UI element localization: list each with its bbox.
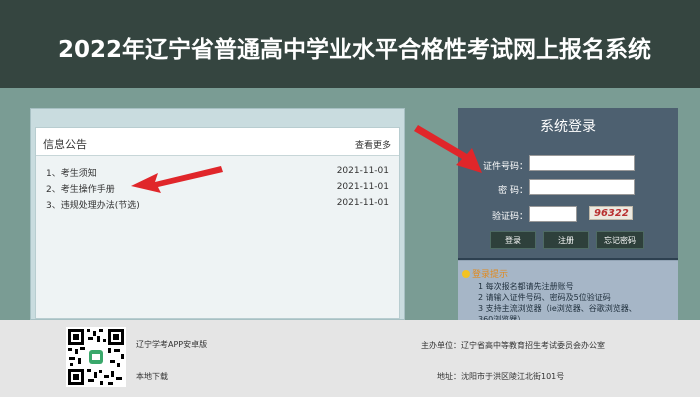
notice-item-date: 2021-11-01 [336,182,389,192]
notice-header: 信息公告 查看更多 [36,128,399,156]
tips-heading: 登录提示 [462,267,508,280]
annotation-arrow-login [414,125,482,173]
page-title: 2022年辽宁省普通高中学业水平合格性考试网上报名系统 [58,37,652,63]
captcha-label: 验证码： [491,212,528,222]
tip-line: 2 请输入证件号码、密码及5位验证码 [478,293,611,302]
login-tips: 登录提示 1 每次报名都请先注册账号 2 请输入证件号码、密码及5位验证码 3 … [458,260,678,324]
captcha-image[interactable]: 96322 [589,206,633,220]
view-more-link[interactable]: 查看更多 [355,138,391,151]
notice-item[interactable]: 3、违规处理办法(节选) 2021-11-01 [36,196,399,212]
local-download-link[interactable]: 本地下载 [136,371,168,382]
tip-line: 3 支持主流浏览器（ie浏览器、谷歌浏览器、 [478,304,637,313]
id-number-input[interactable] [529,155,635,171]
notice-item-link[interactable]: 3、违规处理办法(节选) [46,198,140,211]
address-label: 地址： [437,372,461,381]
register-button[interactable]: 注册 [543,231,589,249]
lightbulb-icon [462,270,470,278]
notice-item-date: 2021-11-01 [336,166,389,176]
notice-item-link[interactable]: 1、考生须知 [46,166,97,179]
notice-item-link[interactable]: 2、考生操作手册 [46,182,115,195]
captcha-code: 96322 [594,208,629,219]
qr-code [66,327,126,387]
password-label: 密 码： [498,186,528,196]
login-button[interactable]: 登录 [490,231,536,249]
notice-box: 信息公告 查看更多 1、考生须知 2021-11-01 2、考生操作手册 202… [35,127,400,319]
sponsor-value: 辽宁省高中等教育招生考试委员会办公室 [461,341,605,350]
sponsor-label: 主办单位： [421,341,461,350]
address-value: 沈阳市于洪区陵江北街101号 [461,372,565,381]
page-footer: 辽宁学考APP安卓版 本地下载 主办单位： 辽宁省高中等教育招生考试委员会办公室… [0,320,700,397]
password-input[interactable] [529,179,635,195]
tip-line: 1 每次报名都请先注册账号 [478,282,574,291]
annotation-arrow-manual [131,166,223,193]
tips-title: 登录提示 [472,270,509,280]
login-title: 系统登录 [540,119,596,135]
notice-title: 信息公告 [43,138,87,151]
qr-code-icon [66,327,126,387]
notice-panel: 信息公告 查看更多 1、考生须知 2021-11-01 2、考生操作手册 202… [30,108,405,320]
captcha-input[interactable] [529,206,577,222]
forgot-password-button[interactable]: 忘记密码 [596,231,644,249]
notice-item-date: 2021-11-01 [336,198,389,208]
login-form: 系统登录 证件号码： 密 码： 验证码： 96322 登录 注册 忘记密码 [458,108,678,258]
qr-caption: 辽宁学考APP安卓版 [136,340,208,349]
page-header: 2022年辽宁省普通高中学业水平合格性考试网上报名系统 [0,0,700,88]
login-panel: 系统登录 证件号码： 密 码： 验证码： 96322 登录 注册 忘记密码 登录… [458,108,678,324]
